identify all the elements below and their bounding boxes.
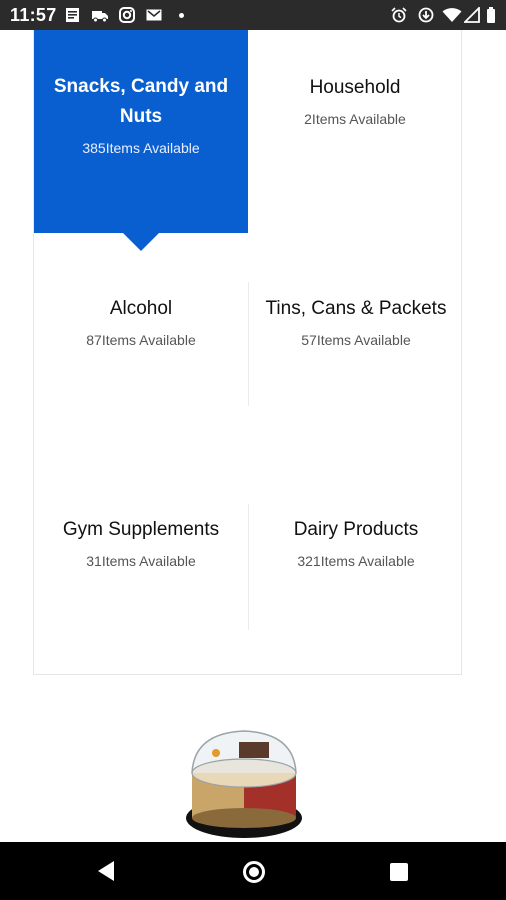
truck-icon [92,11,108,23]
category-title: Tins, Cans & Packets [265,298,447,319]
category-count: 57Items Available [301,332,411,348]
category-title: Snacks, Candy and Nuts [53,76,229,127]
recents-icon[interactable] [390,863,408,881]
category-tile-dairy-products[interactable]: Dairy Products 321Items Available [249,515,463,569]
dot-icon [179,13,184,18]
category-title: Gym Supplements [62,519,220,540]
category-tile-gym-supplements[interactable]: Gym Supplements 31Items Available [34,515,248,569]
category-count: 31Items Available [86,553,196,569]
download-icon [418,7,434,23]
signal-icon [464,7,480,23]
wifi-icon [442,8,462,22]
category-count: 321Items Available [297,553,415,569]
nav-bar [0,842,506,900]
notes-icon [66,8,79,22]
gmail-icon [146,9,162,21]
category-count: 2Items Available [304,111,406,127]
category-tile-alcohol[interactable]: Alcohol 87Items Available [34,294,248,348]
category-tile-household[interactable]: Household 2Items Available [248,73,462,127]
category-count: 385Items Available [82,140,200,156]
instagram-icon [119,7,135,23]
category-title: Alcohol [109,298,173,319]
category-count: 87Items Available [86,332,196,348]
selected-indicator-arrow [123,233,159,251]
category-title: Household [309,77,401,98]
category-tile-snacks[interactable]: Snacks, Candy and Nuts 385Items Availabl… [34,30,248,233]
status-time: 11:57 [10,5,57,25]
category-tile-tins-cans-packets[interactable]: Tins, Cans & Packets 57Items Available [249,294,463,348]
cake-product-image[interactable] [184,728,304,840]
home-icon[interactable] [243,861,265,883]
back-icon[interactable] [96,860,116,882]
category-card: Snacks, Candy and Nuts 385Items Availabl… [33,30,462,675]
battery-icon [487,7,495,23]
alarm-icon [391,7,407,23]
status-bar: 11:57 [0,0,506,30]
category-title: Dairy Products [293,519,419,540]
